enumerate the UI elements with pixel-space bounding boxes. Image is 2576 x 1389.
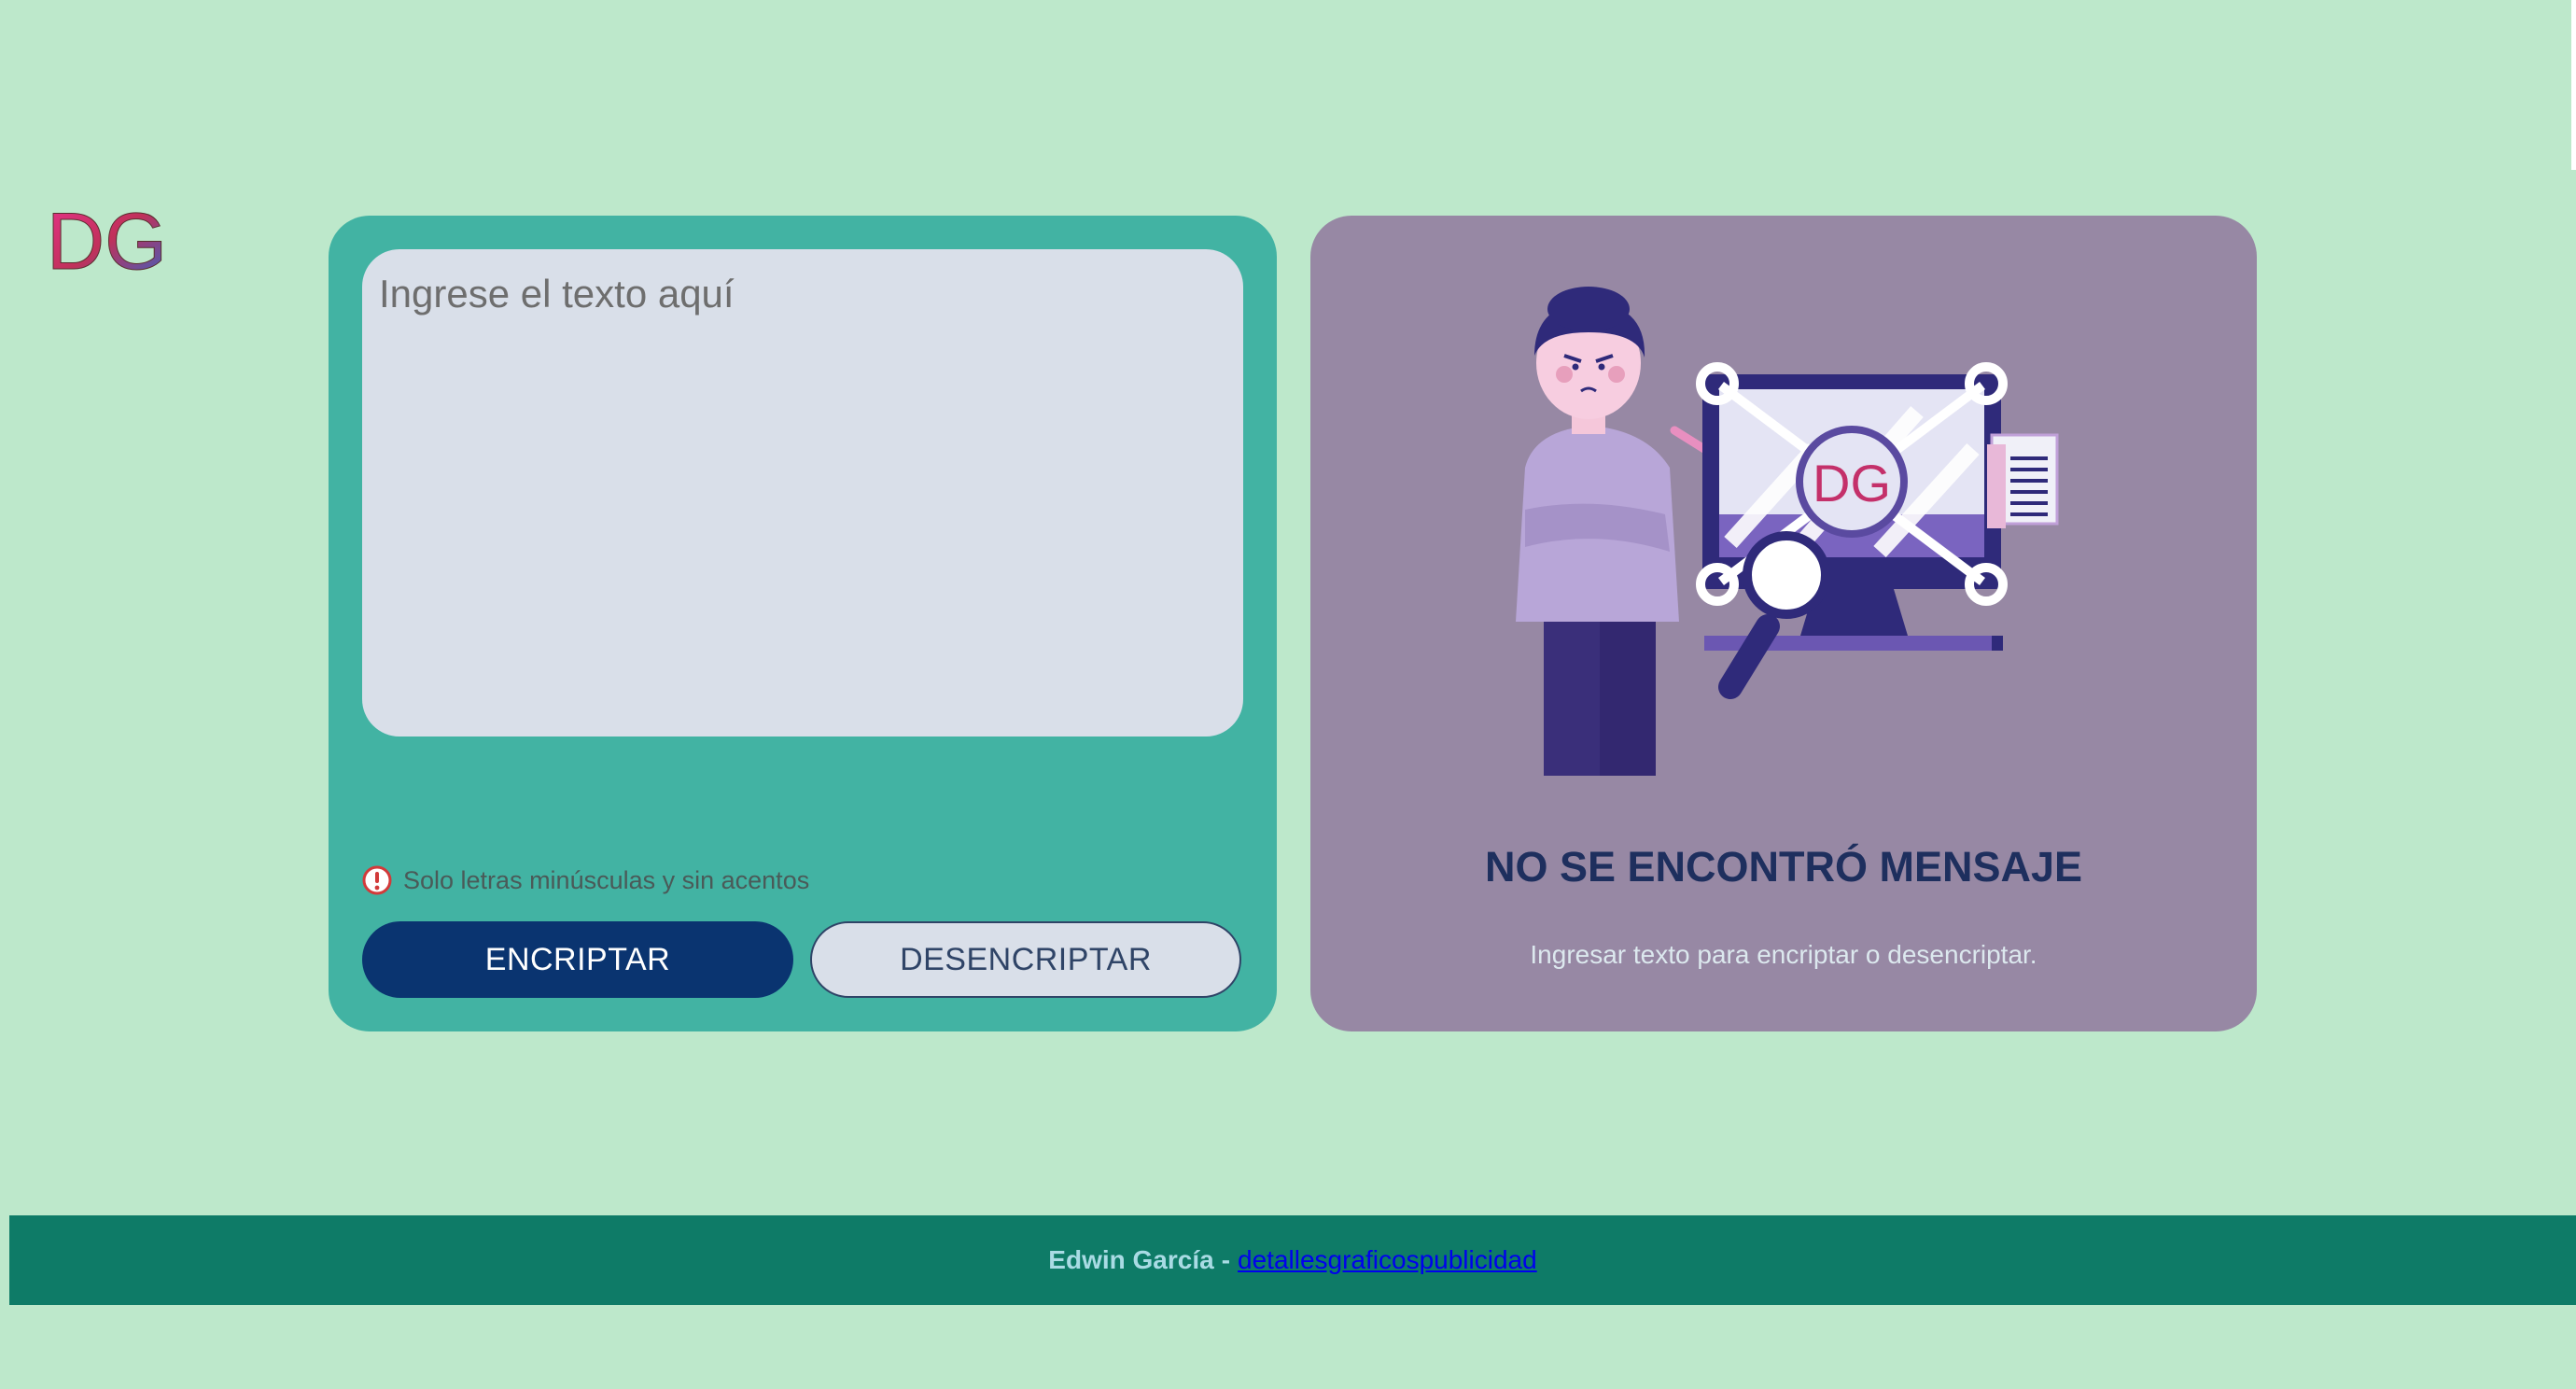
encrypt-button[interactable]: ENCRIPTAR (362, 921, 793, 998)
footer-link[interactable]: detallesgraficospublicidad (1238, 1245, 1537, 1275)
input-hint: Solo letras minúsculas y sin acentos (362, 862, 809, 899)
decrypt-button[interactable]: DESENCRIPTAR (810, 921, 1241, 998)
hint-text: Solo letras minúsculas y sin acentos (403, 865, 810, 894)
person-illustration (1516, 287, 1716, 776)
no-message-title: NO SE ENCONTRÓ MENSAJE (1484, 843, 2083, 891)
footer: Edwin García - detallesgraficospublicida… (9, 1215, 2576, 1305)
footer-separator: - (1221, 1245, 1231, 1274)
footer-author: Edwin García (1048, 1245, 1214, 1274)
illustration-logo: DG (1813, 454, 1891, 512)
warning-icon (362, 865, 392, 895)
output-panel: DG NO SE ENCONTRÓ MENSAJE Ingresar texto… (1310, 216, 2257, 1031)
text-input[interactable] (362, 249, 1243, 737)
scrollbar-edge (2571, 0, 2576, 170)
locked-monitor-illustration: DG (1516, 287, 2059, 776)
dg-logo: DG (47, 197, 168, 281)
no-message-subtitle: Ingresar texto para encriptar o desencri… (1530, 940, 2037, 969)
input-panel: Solo letras minúsculas y sin acentos ENC… (329, 216, 1277, 1031)
logo-text: DG (47, 197, 167, 280)
